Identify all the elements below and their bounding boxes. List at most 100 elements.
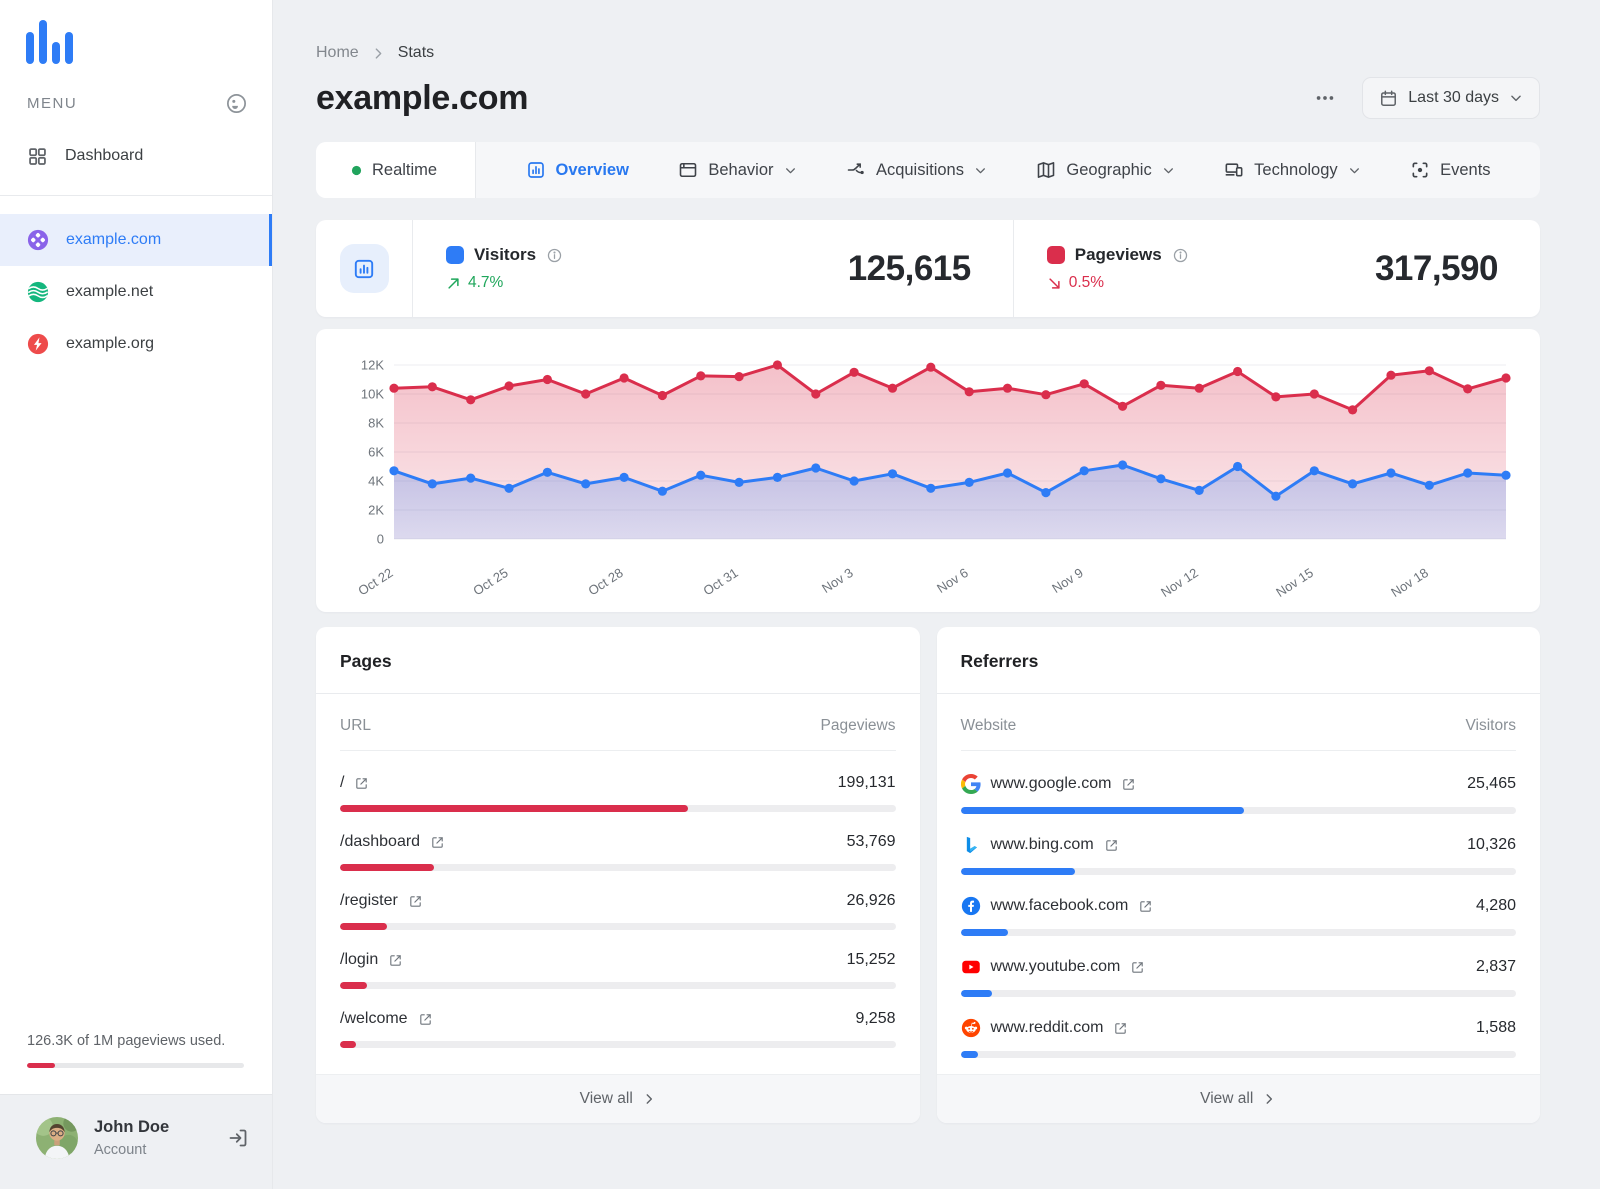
external-link-icon[interactable] [408, 894, 423, 909]
page-link[interactable]: / [340, 774, 369, 792]
tab-label: Overview [555, 160, 629, 179]
page-link[interactable]: /dashboard [340, 833, 445, 851]
logout-icon[interactable] [226, 1126, 250, 1150]
page-bar-fill [340, 923, 388, 930]
external-link-icon[interactable] [1130, 960, 1145, 975]
referrer-link[interactable]: www.youtube.com [961, 957, 1146, 977]
external-link-icon[interactable] [1113, 1021, 1128, 1036]
info-icon[interactable] [1172, 247, 1189, 264]
referrer-bar [960, 929, 1516, 936]
tab-geographic[interactable]: Geographic [1036, 160, 1174, 180]
page-title: example.com [316, 78, 529, 117]
theme-icon[interactable] [225, 92, 248, 115]
referrer-label: www.reddit.com [990, 1019, 1104, 1036]
page-label: /dashboard [340, 833, 421, 850]
site-label: example.org [66, 335, 155, 352]
chevron-down-icon [974, 164, 987, 177]
page-label: /register [340, 892, 398, 909]
sidebar-item-dashboard[interactable]: Dashboard [0, 139, 272, 173]
referrer-value: 10,326 [1467, 836, 1516, 853]
referrer-label: www.bing.com [990, 836, 1094, 853]
chevron-right-icon [372, 47, 385, 60]
referrer-link[interactable]: www.google.com [960, 774, 1137, 794]
external-link-icon[interactable] [354, 776, 369, 791]
page-bar [340, 1041, 896, 1048]
more-options-icon[interactable] [1314, 87, 1336, 109]
page-link[interactable]: /login [340, 951, 403, 969]
external-link-icon[interactable] [1138, 899, 1153, 914]
date-range-button[interactable]: Last 30 days [1362, 77, 1540, 119]
referrer-bar [960, 990, 1516, 997]
pageviews-change: 0.5% [1068, 274, 1105, 291]
view-all-label: View all [579, 1090, 633, 1107]
tab-behavior[interactable]: Behavior [678, 160, 796, 180]
traffic-line-chart: 0 2K 4K 6K 8K 10K 12K Oct 22 Oct 25 Oct 28 Oct 31 N… [340, 349, 1516, 605]
logo-bar [39, 20, 47, 64]
page-link[interactable]: /welcome [340, 1010, 433, 1028]
tab-realtime[interactable]: Realtime [351, 161, 437, 180]
page-bar-fill [340, 1041, 357, 1048]
pageviews-swatch [1046, 246, 1065, 264]
external-link-icon[interactable] [1104, 838, 1119, 853]
external-link-icon[interactable] [418, 1012, 433, 1027]
sidebar-item-example-net[interactable]: example.net [0, 266, 272, 318]
page-value: 199,131 [837, 774, 896, 791]
account-section[interactable]: John Doe Account [0, 1094, 272, 1189]
chevron-down-icon [1348, 164, 1361, 177]
referrers-card-title: Referrers [936, 627, 1540, 694]
referrer-value: 25,465 [1467, 775, 1516, 792]
svg-text:Nov 18: Nov 18 [1388, 565, 1431, 600]
referrer-label: www.youtube.com [990, 958, 1121, 975]
pages-view-all-button[interactable]: View all [316, 1074, 920, 1123]
dashboard-grid-icon [27, 146, 48, 167]
page-bar-fill [340, 805, 689, 812]
pages-col-url: URL [340, 717, 372, 734]
page-row: /login 15,252 [340, 930, 896, 989]
breadcrumb-stats: Stats [397, 44, 435, 61]
referrer-link[interactable]: www.facebook.com [961, 896, 1154, 916]
external-link-icon[interactable] [388, 953, 403, 968]
referrers-view-all-button[interactable]: View all [936, 1074, 1540, 1123]
tab-label: Realtime [372, 160, 438, 179]
breadcrumb-home[interactable]: Home [316, 44, 359, 62]
tab-technology[interactable]: Technology [1224, 160, 1360, 180]
page-link[interactable]: /register [340, 892, 423, 910]
tab-label: Behavior [708, 160, 774, 179]
bing-icon [961, 835, 981, 855]
usage-section: 126.3K of 1M pageviews used. [0, 1033, 272, 1068]
user-name: John Doe [94, 1118, 170, 1136]
sidebar: MENU Dashboard example.com example.net e… [0, 0, 273, 1189]
page-value: 26,926 [846, 892, 896, 909]
referrer-link[interactable]: www.reddit.com [961, 1018, 1129, 1038]
svg-text:Oct 25: Oct 25 [470, 565, 510, 598]
referrer-link[interactable]: www.bing.com [961, 835, 1119, 855]
info-icon[interactable] [546, 247, 563, 264]
external-link-icon[interactable] [1121, 777, 1136, 792]
sidebar-item-example-com[interactable]: example.com [0, 214, 272, 266]
referrers-col-visitors: Visitors [1465, 717, 1516, 734]
page-value: 53,769 [846, 833, 896, 850]
page-label: / [340, 774, 345, 791]
referrer-value: 4,280 [1475, 897, 1516, 914]
page-row: /dashboard 53,769 [340, 812, 896, 871]
referrer-bar-fill [960, 990, 993, 997]
usage-text: 126.3K of 1M pageviews used. [27, 1033, 226, 1049]
tab-label: Geographic [1066, 160, 1152, 179]
site-label: example.net [66, 283, 154, 300]
referrer-bar-fill [960, 868, 1076, 875]
page-row: /welcome 9,258 [340, 989, 896, 1048]
sidebar-item-example-org[interactable]: example.org [0, 318, 272, 370]
external-link-icon[interactable] [430, 835, 445, 850]
chevron-down-icon [784, 164, 797, 177]
referrer-bar [960, 1051, 1516, 1058]
behavior-icon [678, 160, 698, 180]
pageviews-stat: Pageviews 0.5% 317,590 [1012, 220, 1540, 317]
page-value: 9,258 [855, 1010, 896, 1027]
page-bar [340, 923, 896, 930]
referrer-label: www.facebook.com [990, 897, 1129, 914]
tab-acquisitions[interactable]: Acquisitions [846, 160, 987, 180]
page-row: / 199,131 [340, 753, 896, 812]
tab-events[interactable]: Events [1410, 160, 1491, 180]
clover-site-icon [27, 229, 49, 251]
tab-overview[interactable]: Overview [526, 160, 629, 180]
